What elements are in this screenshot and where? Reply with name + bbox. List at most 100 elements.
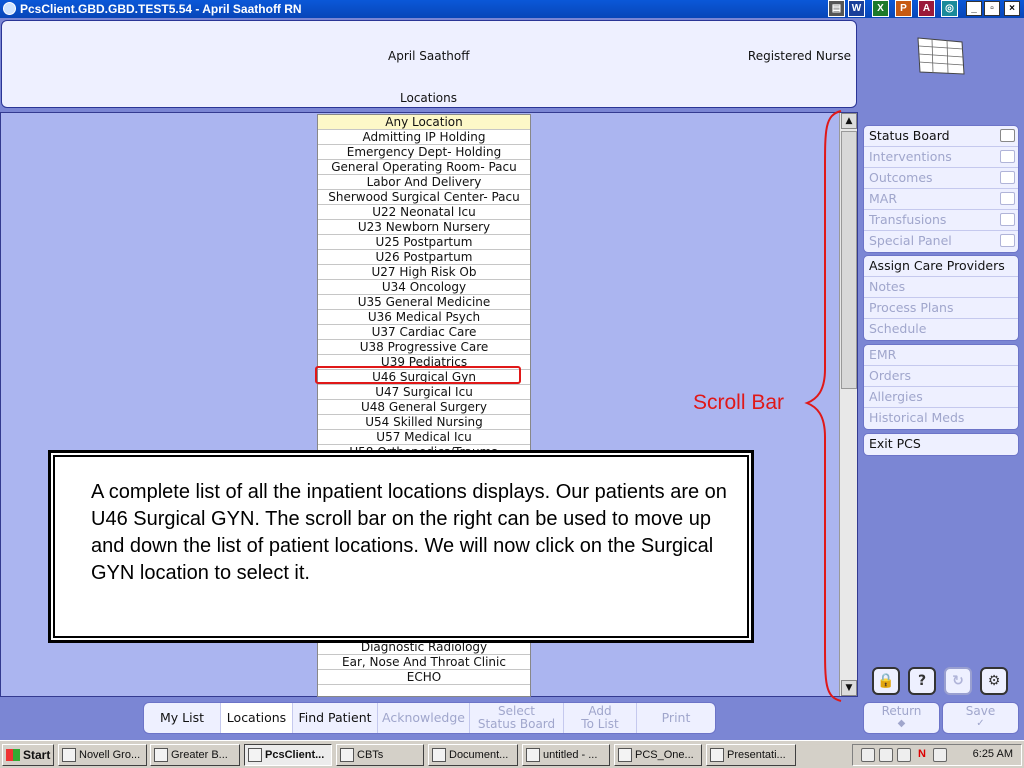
tab-my-list[interactable]: My List (144, 703, 221, 733)
window-title-bar: PcsClient.GBD.GBD.TEST5.54 - April Saath… (0, 0, 1024, 18)
menu-item-schedule[interactable]: Schedule (864, 319, 1018, 340)
taskbar-button[interactable]: CBTs (336, 744, 424, 766)
taskbar-button-label: Presentati... (727, 749, 786, 761)
tab-find-patient[interactable]: Find Patient (293, 703, 378, 733)
spreadsheet-icon[interactable] (916, 36, 966, 76)
lock-icon[interactable]: 🔒 (872, 667, 900, 695)
location-item[interactable]: ECHO (318, 670, 530, 685)
tab-select-status-board[interactable]: Select Status Board (470, 703, 564, 733)
location-item[interactable]: U57 Medical Icu (318, 430, 530, 445)
globe-app-icon[interactable]: ◎ (941, 0, 958, 17)
return-label: Return (881, 704, 922, 718)
menu-item-notes[interactable]: Notes (864, 277, 1018, 298)
location-item[interactable]: U26 Postpartum (318, 250, 530, 265)
menu-item-label: MAR (869, 191, 898, 206)
book-icon (1000, 129, 1015, 142)
menu-item-interventions[interactable]: Interventions (864, 147, 1018, 168)
location-item[interactable]: U47 Surgical Icu (318, 385, 530, 400)
menu-item-assign-care-providers[interactable]: Assign Care Providers (864, 256, 1018, 277)
menu-item-label: Special Panel (869, 233, 952, 248)
access-app-icon[interactable]: A (918, 0, 935, 17)
location-item[interactable]: U36 Medical Psych (318, 310, 530, 325)
save-button[interactable]: Save ✓ (942, 702, 1019, 734)
location-item[interactable]: U25 Postpartum (318, 235, 530, 250)
refresh-icon[interactable]: ↻ (944, 667, 972, 695)
taskbar-button[interactable]: untitled - ... (522, 744, 610, 766)
location-item[interactable]: U38 Progressive Care (318, 340, 530, 355)
location-item[interactable]: Ear, Nose And Throat Clinic (318, 655, 530, 670)
location-item[interactable]: U37 Cardiac Care (318, 325, 530, 340)
taskbar-button-label: untitled - ... (543, 749, 598, 761)
menu-item-historical-meds[interactable]: Historical Meds (864, 408, 1018, 429)
taskbar-button-label: Novell Gro... (79, 749, 141, 761)
location-item[interactable]: U23 Newborn Nursery (318, 220, 530, 235)
menu-item-orders[interactable]: Orders (864, 366, 1018, 387)
taskbar-button[interactable]: Document... (428, 744, 518, 766)
exit-pcs-button[interactable]: Exit PCS (864, 434, 1018, 455)
taskbar-button[interactable]: Greater B... (150, 744, 240, 766)
volume-icon[interactable] (933, 748, 947, 762)
windows-logo-icon (6, 749, 20, 761)
tab-acknowledge[interactable]: Acknowledge (378, 703, 470, 733)
menu-item-label: Transfusions (869, 212, 947, 227)
scroll-thumb[interactable] (841, 131, 857, 389)
location-item[interactable]: U34 Oncology (318, 280, 530, 295)
menu-item-label: Historical Meds (869, 410, 965, 425)
tab-locations[interactable]: Locations (221, 703, 293, 733)
start-button[interactable]: Start (2, 744, 54, 766)
settings-icon[interactable]: ⚙ (980, 667, 1008, 695)
close-button[interactable]: × (1004, 1, 1020, 16)
menu-item-transfusions[interactable]: Transfusions (864, 210, 1018, 231)
location-item[interactable]: U35 General Medicine (318, 295, 530, 310)
scroll-down-button[interactable]: ▼ (841, 680, 857, 696)
menu-item-label: Assign Care Providers (869, 258, 1005, 273)
taskbar-button[interactable]: PCS_One... (614, 744, 702, 766)
taskbar-button-label: PCS_One... (635, 749, 694, 761)
menu-group-exit: Exit PCS (863, 433, 1019, 456)
restore-button[interactable]: ▫ (984, 1, 1000, 16)
document-app-icon[interactable]: ▤ (828, 0, 845, 17)
header-panel: April Saathoff Registered Nurse Location… (1, 20, 857, 108)
menu-item-process-plans[interactable]: Process Plans (864, 298, 1018, 319)
scroll-up-button[interactable]: ▲ (841, 113, 857, 129)
add-to-list-line2: To List (581, 717, 619, 731)
location-item[interactable]: Any Location (318, 115, 530, 130)
menu-item-special-panel[interactable]: Special Panel (864, 231, 1018, 252)
user-role: Registered Nurse (747, 49, 851, 63)
network-icon[interactable] (861, 748, 875, 762)
location-item[interactable]: Labor And Delivery (318, 175, 530, 190)
minimize-button[interactable]: _ (966, 1, 982, 16)
return-button[interactable]: Return ◆ (863, 702, 940, 734)
location-item[interactable]: Emergency Dept- Holding (318, 145, 530, 160)
menu-item-mar[interactable]: MAR (864, 189, 1018, 210)
menu-item-status-board[interactable]: Status Board (864, 126, 1018, 147)
location-item[interactable]: U22 Neonatal Icu (318, 205, 530, 220)
powerpoint-app-icon[interactable]: P (895, 0, 912, 17)
location-item[interactable]: U54 Skilled Nursing (318, 415, 530, 430)
location-item[interactable]: Admitting IP Holding (318, 130, 530, 145)
display-icon[interactable] (897, 748, 911, 762)
selection-highlight-box (315, 366, 521, 384)
location-item[interactable]: Sherwood Surgical Center- Pacu (318, 190, 530, 205)
start-label: Start (23, 748, 51, 762)
word-app-icon[interactable]: W (848, 0, 865, 17)
location-item[interactable]: U27 High Risk Ob (318, 265, 530, 280)
location-item[interactable]: General Operating Room- Pacu (318, 160, 530, 175)
menu-item-label: Notes (869, 279, 906, 294)
taskbar-button[interactable]: PcsClient... (244, 744, 332, 766)
tab-print[interactable]: Print (637, 703, 715, 733)
menu-item-emr[interactable]: EMR (864, 345, 1018, 366)
taskbar-button[interactable]: Presentati... (706, 744, 796, 766)
antivirus-icon[interactable] (879, 748, 893, 762)
menu-item-allergies[interactable]: Allergies (864, 387, 1018, 408)
tab-add-to-list[interactable]: Add To List (564, 703, 637, 733)
drop-icon (1000, 213, 1015, 226)
task-app-icon (618, 748, 632, 762)
taskbar-button[interactable]: Novell Gro... (58, 744, 147, 766)
location-item[interactable]: U48 General Surgery (318, 400, 530, 415)
menu-item-outcomes[interactable]: Outcomes (864, 168, 1018, 189)
excel-app-icon[interactable]: X (872, 0, 889, 17)
taskbar-button-label: Greater B... (171, 749, 228, 761)
novell-icon[interactable]: N (915, 748, 929, 762)
help-icon[interactable]: ? (908, 667, 936, 695)
